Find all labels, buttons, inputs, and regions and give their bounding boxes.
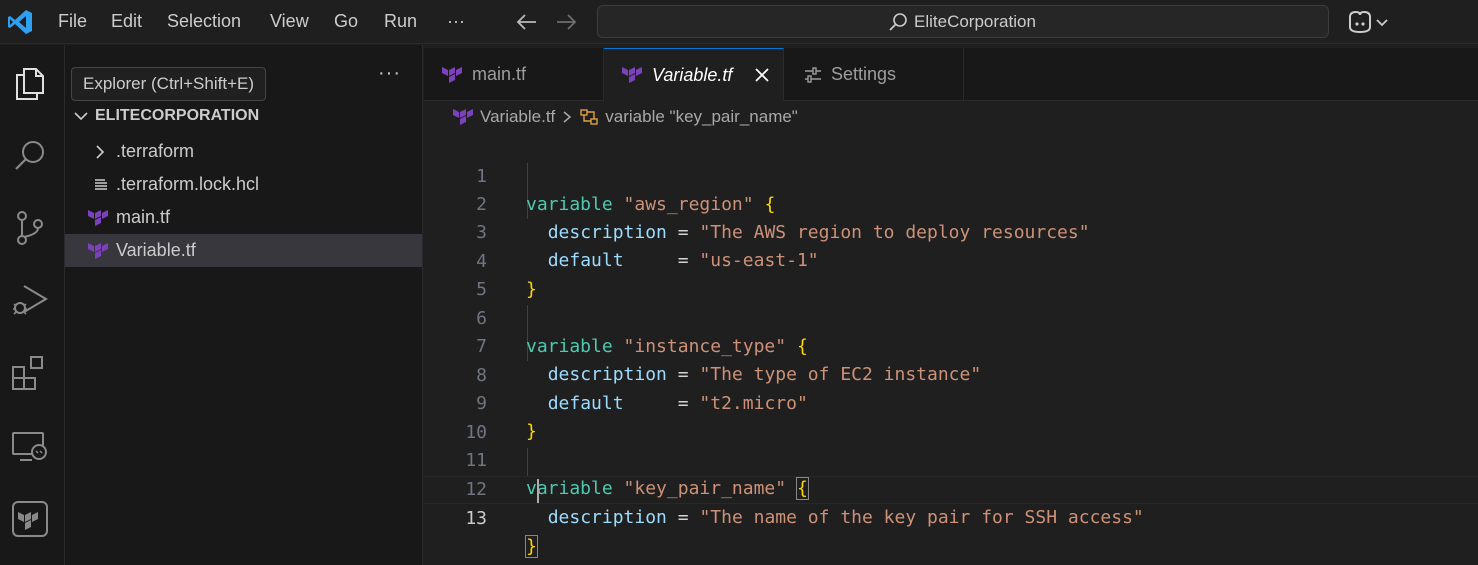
activity-bar xyxy=(0,45,65,565)
menu-view[interactable]: View xyxy=(270,11,309,32)
lines-file-icon xyxy=(95,178,107,190)
menu-more[interactable]: ··· xyxy=(447,11,465,32)
tree-item-variable-tf[interactable]: Variable.tf xyxy=(65,234,422,267)
chevron-right-icon xyxy=(563,111,572,123)
code-line[interactable]: 11 variable "key_pair_name" { xyxy=(424,419,1478,500)
workspace-folder-name: ELITECORPORATION xyxy=(95,107,260,124)
source-control-icon[interactable] xyxy=(10,208,50,248)
breadcrumb-file[interactable]: Variable.tf xyxy=(480,107,555,127)
code-line[interactable]: 2 description = "The AWS region to deplo… xyxy=(424,163,1478,243)
code-line[interactable]: 3 default = "us-east-1" xyxy=(424,191,1478,271)
tree-item-label: Variable.tf xyxy=(116,240,196,260)
terraform-icon xyxy=(622,67,642,83)
terraform-icon xyxy=(88,242,108,259)
search-icon[interactable] xyxy=(10,136,50,176)
code-line[interactable]: 8 default = "t2.micro" xyxy=(424,334,1478,414)
chevron-down-icon xyxy=(74,112,88,121)
back-arrow-icon[interactable] xyxy=(514,12,538,32)
menu-run[interactable]: Run xyxy=(384,11,417,32)
search-content: EliteCorporation xyxy=(888,12,1036,32)
code-line[interactable]: 10 xyxy=(424,391,1478,443)
menu-file[interactable]: File xyxy=(58,11,87,32)
tree-item-label: main.tf xyxy=(116,207,171,227)
tree-item-terraform-folder[interactable]: .terraform xyxy=(65,135,422,168)
menu-selection[interactable]: Selection xyxy=(167,11,241,32)
close-icon[interactable] xyxy=(754,67,770,83)
line-number: 13 xyxy=(465,508,487,529)
terraform-icon xyxy=(88,209,108,226)
tree-item-label: .terraform.lock.hcl xyxy=(116,174,260,194)
tab-label: Variable.tf xyxy=(652,64,733,85)
code-line-current[interactable]: 13 } xyxy=(424,476,1478,558)
code-line[interactable]: 1 variable "aws_region" { xyxy=(424,135,1478,215)
code-line[interactable]: 7 description = "The type of EC2 instanc… xyxy=(424,305,1478,385)
search-icon xyxy=(889,13,907,31)
tab-variable-tf[interactable]: Variable.tf xyxy=(604,48,784,101)
tab-settings[interactable]: Settings xyxy=(784,48,964,101)
title-bar: File Edit Selection View Go Run ··· Elit… xyxy=(0,0,1478,44)
code-bracket: } xyxy=(525,535,538,558)
explorer-tooltip: Explorer (Ctrl+Shift+E) xyxy=(71,67,266,101)
terraform-icon xyxy=(442,66,462,83)
editor-tab-bar: main.tf Variable.tf Settings xyxy=(424,48,1478,101)
tab-label: Settings xyxy=(831,64,897,84)
code-line[interactable]: 12 description = "The name of the key pa… xyxy=(424,448,1478,528)
run-debug-icon[interactable] xyxy=(10,280,50,320)
menu-go[interactable]: Go xyxy=(334,11,358,32)
breadcrumb-symbol[interactable]: variable "key_pair_name" xyxy=(605,107,798,127)
terraform-icon xyxy=(453,109,473,125)
code-string: "The name of the key pair for SSH access… xyxy=(699,507,1144,528)
explorer-more-actions[interactable]: ··· xyxy=(378,62,401,85)
symbol-variable-icon xyxy=(580,109,598,125)
code-line[interactable]: 6 variable "instance_type" { xyxy=(424,277,1478,357)
code-line[interactable]: 5 xyxy=(424,248,1478,300)
extensions-icon[interactable] xyxy=(10,353,50,393)
menu-edit[interactable]: Edit xyxy=(111,11,142,32)
code-editor[interactable]: 1 variable "aws_region" { 2 description … xyxy=(424,133,1478,565)
terraform-extension-icon[interactable] xyxy=(10,499,50,539)
workspace-folder-header[interactable]: ELITECORPORATION xyxy=(73,107,259,125)
chevron-right-icon xyxy=(96,144,105,159)
remote-explorer-icon[interactable] xyxy=(10,426,50,466)
code-line[interactable]: 4 } xyxy=(424,220,1478,300)
breadcrumb: Variable.tf variable "key_pair_name" xyxy=(452,106,798,128)
tab-main-tf[interactable]: main.tf xyxy=(424,48,604,101)
tree-item-label: .terraform xyxy=(116,141,195,161)
settings-sliders-icon xyxy=(805,66,821,83)
copilot-icon[interactable] xyxy=(1346,9,1392,35)
forward-arrow-icon[interactable] xyxy=(555,12,579,32)
text-cursor xyxy=(537,479,539,503)
tree-item-main-tf[interactable]: main.tf xyxy=(65,201,422,234)
code-operator: = xyxy=(677,507,689,528)
explorer-sidebar: Explorer (Ctrl+Shift+E) ··· ELITECORPORA… xyxy=(65,45,423,565)
search-text: EliteCorporation xyxy=(914,12,1036,31)
tree-item-lock-file[interactable]: .terraform.lock.hcl xyxy=(65,168,422,201)
vscode-logo-icon[interactable] xyxy=(6,8,34,36)
command-center-search[interactable]: EliteCorporation xyxy=(597,5,1329,38)
tab-label: main.tf xyxy=(472,64,527,84)
code-line[interactable]: 9 } xyxy=(424,362,1478,442)
explorer-files-icon[interactable] xyxy=(10,63,50,103)
code-property: description xyxy=(547,507,667,528)
